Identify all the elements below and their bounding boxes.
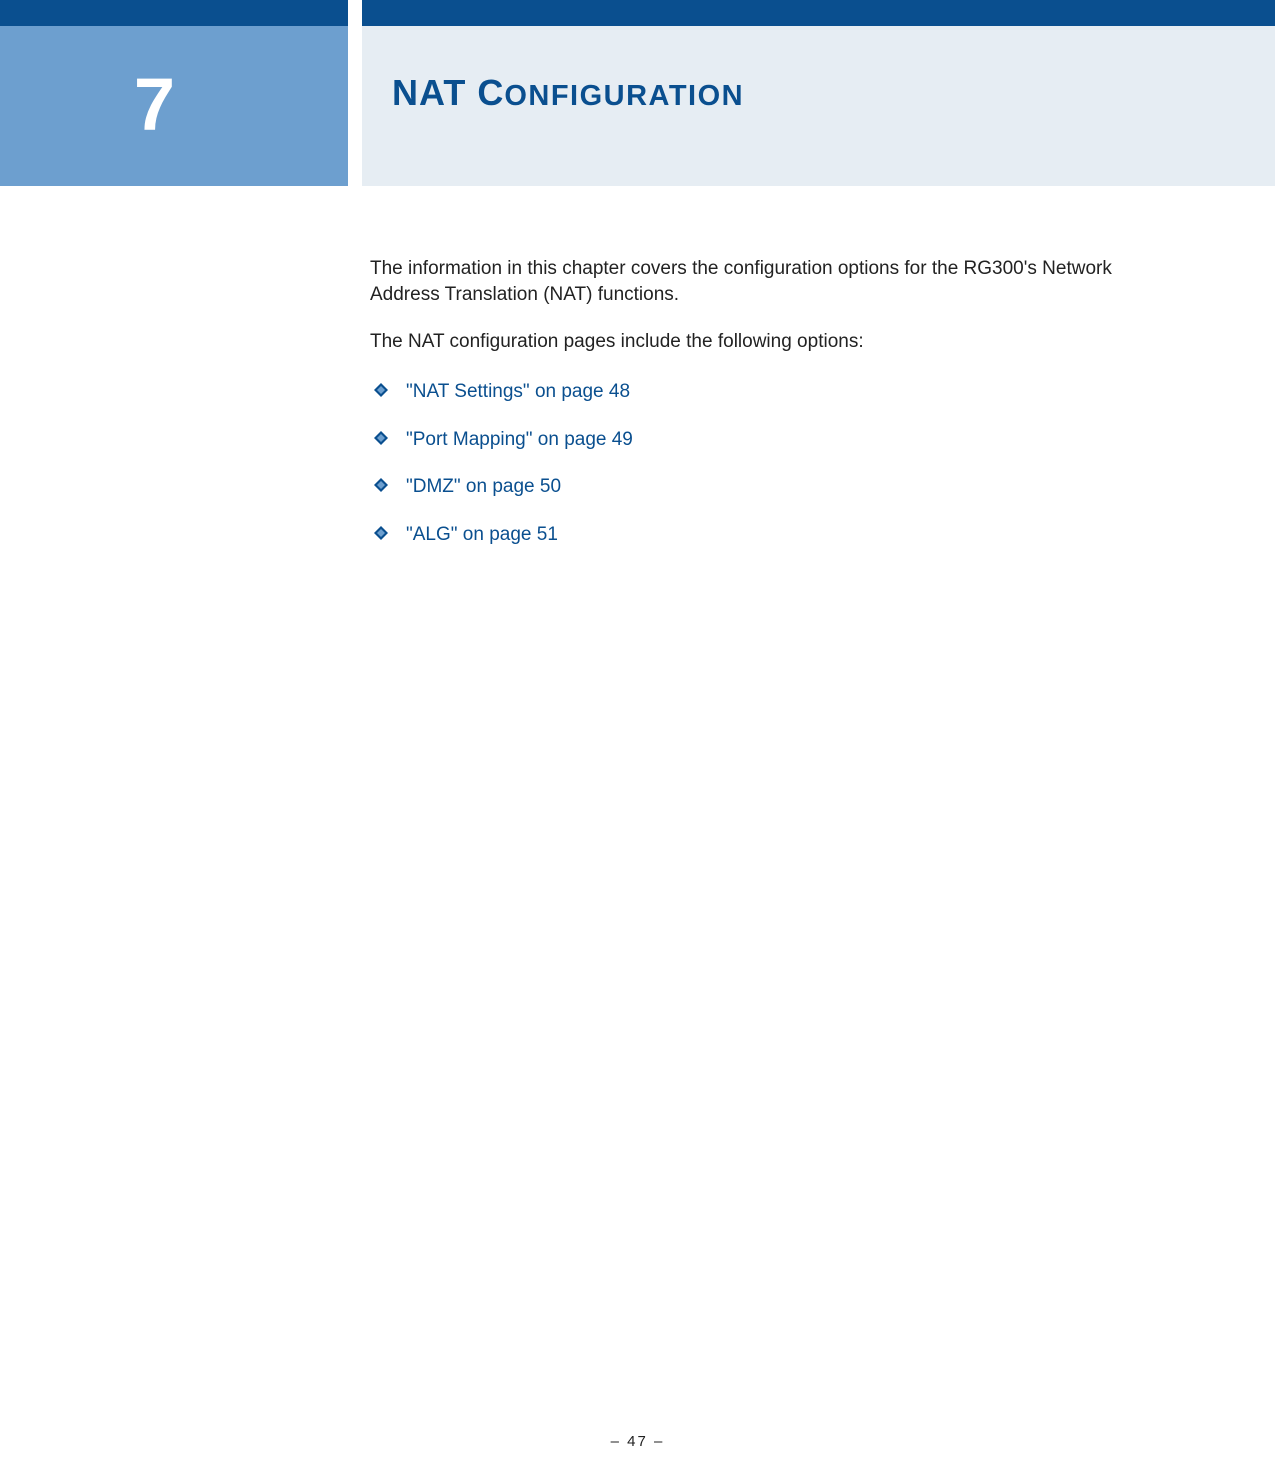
cross-reference-link[interactable]: "DMZ" on page 50 [406, 476, 561, 497]
chapter-tab: 7 [0, 26, 348, 186]
cross-reference-link[interactable]: "NAT Settings" on page 48 [406, 381, 630, 402]
list-item: "Port Mapping" on page 49 [370, 427, 1130, 453]
chapter-title: NAT CONFIGURATION [392, 72, 744, 114]
page-number: – 47 – [611, 1433, 665, 1450]
diamond-bullet-icon [374, 431, 388, 445]
header-bar [0, 0, 1275, 26]
intro-paragraph-1: The information in this chapter covers t… [370, 256, 1130, 307]
chapter-number: 7 [0, 62, 175, 147]
cross-reference-link[interactable]: "Port Mapping" on page 49 [406, 429, 633, 450]
page: 7 NAT CONFIGURATION The information in t… [0, 0, 1275, 1474]
header-bar-gap [348, 0, 362, 26]
list-item: "DMZ" on page 50 [370, 474, 1130, 500]
diamond-bullet-icon [374, 478, 388, 492]
cross-reference-link[interactable]: "ALG" on page 51 [406, 524, 558, 545]
diamond-bullet-icon [374, 383, 388, 397]
chapter-title-lead: NAT C [392, 72, 504, 113]
content-area: The information in this chapter covers t… [370, 256, 1130, 569]
intro-paragraph-2: The NAT configuration pages include the … [370, 329, 1130, 355]
chapter-title-band: NAT CONFIGURATION [362, 26, 1275, 186]
list-item: "ALG" on page 51 [370, 522, 1130, 548]
chapter-title-rest: ONFIGURATION [504, 80, 744, 112]
cross-reference-list: "NAT Settings" on page 48 "Port Mapping"… [370, 379, 1130, 548]
diamond-bullet-icon [374, 526, 388, 540]
list-item: "NAT Settings" on page 48 [370, 379, 1130, 405]
page-footer: – 47 – [0, 1433, 1275, 1450]
